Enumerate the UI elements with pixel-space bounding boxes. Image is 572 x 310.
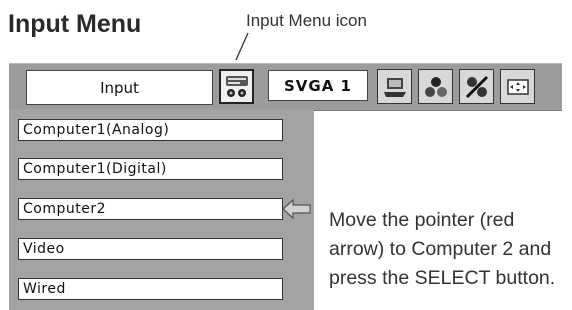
input-item-computer1-digital[interactable]: Computer1(Digital) <box>18 158 283 180</box>
input-list-panel: Computer1(Analog) Computer1(Digital) Com… <box>9 109 314 310</box>
menu-bar: Input SVGA 1 <box>9 63 562 111</box>
input-item-computer1-analog[interactable]: Computer1(Analog) <box>18 119 283 141</box>
image-select-icon[interactable] <box>418 69 453 104</box>
instruction-text: Move the pointer (red arrow) to Computer… <box>329 209 556 289</box>
input-item-computer2[interactable]: Computer2 <box>18 198 283 220</box>
signal-display: SVGA 1 <box>268 70 368 101</box>
input-item-video[interactable]: Video <box>18 238 283 260</box>
pointer-arrow-icon <box>282 198 311 220</box>
input-menu-icon[interactable] <box>219 69 254 104</box>
input-item-wired[interactable]: Wired <box>18 278 283 300</box>
screen-icon[interactable] <box>500 69 535 104</box>
current-input-display: Input <box>26 70 213 105</box>
image-adjust-icon[interactable] <box>459 69 494 104</box>
pc-adjust-icon[interactable] <box>377 69 412 104</box>
